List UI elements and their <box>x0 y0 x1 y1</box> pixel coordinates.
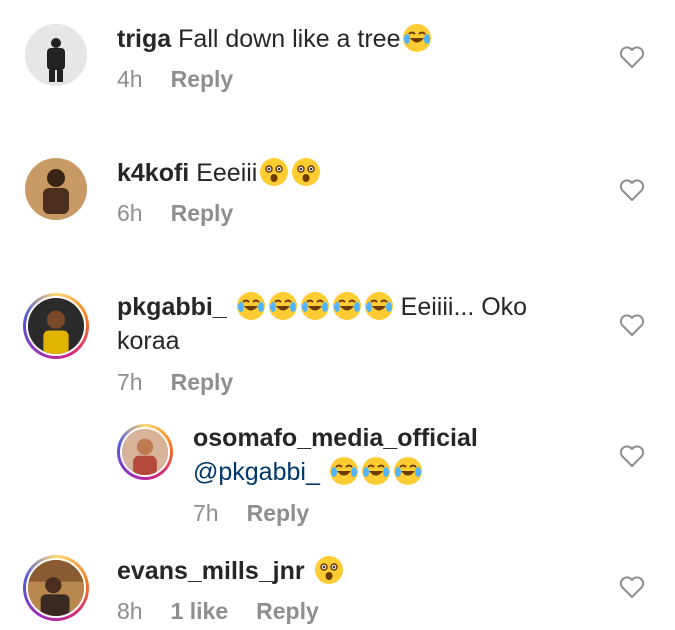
comment-text: Eeiiii... Oko <box>400 293 528 321</box>
avatar[interactable] <box>23 555 89 621</box>
heart-icon[interactable] <box>619 45 645 69</box>
reply-button[interactable]: Reply <box>171 200 234 226</box>
face-with-tears-of-joy-icon <box>332 291 362 321</box>
avatar[interactable] <box>23 293 89 359</box>
astonished-face-icon <box>314 555 344 585</box>
username[interactable]: pkgabbi_ <box>117 293 227 321</box>
heart-icon[interactable] <box>619 575 645 599</box>
avatar[interactable] <box>117 424 173 480</box>
mention-link[interactable]: @pkgabbi_ <box>193 458 320 486</box>
avatar[interactable] <box>25 158 87 220</box>
comment-meta: 7h Reply <box>193 500 337 527</box>
likes-count[interactable]: 1 like <box>171 598 229 624</box>
face-with-tears-of-joy-icon <box>329 456 359 486</box>
timestamp: 6h <box>117 200 143 226</box>
timestamp: 8h <box>117 598 143 624</box>
username[interactable]: osomafo_media_official <box>193 424 478 452</box>
comment-meta: 6h Reply <box>117 200 261 227</box>
comment-text-line2: koraa <box>117 327 180 355</box>
username[interactable]: evans_mills_jnr <box>117 557 305 585</box>
avatar[interactable] <box>25 24 87 86</box>
reply-button[interactable]: Reply <box>247 500 310 526</box>
astonished-face-icon <box>291 157 321 187</box>
face-with-tears-of-joy-icon <box>361 456 391 486</box>
face-with-tears-of-joy-icon <box>393 456 423 486</box>
face-with-tears-of-joy-icon <box>268 291 298 321</box>
face-with-tears-of-joy-icon <box>300 291 330 321</box>
comment-meta: 4h Reply <box>117 66 261 93</box>
username[interactable]: k4kofi <box>117 159 189 187</box>
face-with-tears-of-joy-icon <box>402 23 432 53</box>
timestamp: 7h <box>117 369 143 395</box>
timestamp: 7h <box>193 500 219 526</box>
heart-icon[interactable] <box>619 444 645 468</box>
face-with-tears-of-joy-icon <box>364 291 394 321</box>
timestamp: 4h <box>117 66 143 92</box>
heart-icon[interactable] <box>619 178 645 202</box>
astonished-face-icon <box>259 157 289 187</box>
reply-button[interactable]: Reply <box>171 66 234 92</box>
comment-meta: 7h Reply <box>117 369 261 396</box>
comment-text: Eeeiii <box>196 159 258 187</box>
reply-button[interactable]: Reply <box>171 369 234 395</box>
face-with-tears-of-joy-icon <box>236 291 266 321</box>
comment-text: Fall down like a tree <box>178 25 401 53</box>
reply-button[interactable]: Reply <box>256 598 319 624</box>
comment-meta: 8h 1 like Reply <box>117 598 347 625</box>
heart-icon[interactable] <box>619 313 645 337</box>
username[interactable]: triga <box>117 25 171 53</box>
